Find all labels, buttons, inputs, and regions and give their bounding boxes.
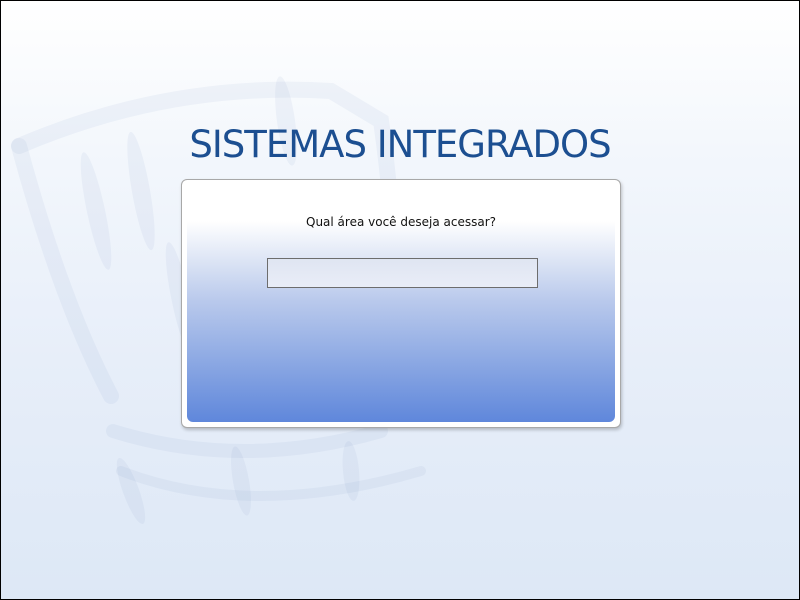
area-input[interactable]: [267, 258, 538, 288]
page-background: SISTEMAS INTEGRADOS Qual área você desej…: [0, 0, 800, 600]
area-question-label: Qual área você deseja acessar?: [306, 215, 496, 229]
login-panel: Qual área você deseja acessar?: [181, 179, 621, 428]
page-title: SISTEMAS INTEGRADOS: [189, 123, 611, 166]
